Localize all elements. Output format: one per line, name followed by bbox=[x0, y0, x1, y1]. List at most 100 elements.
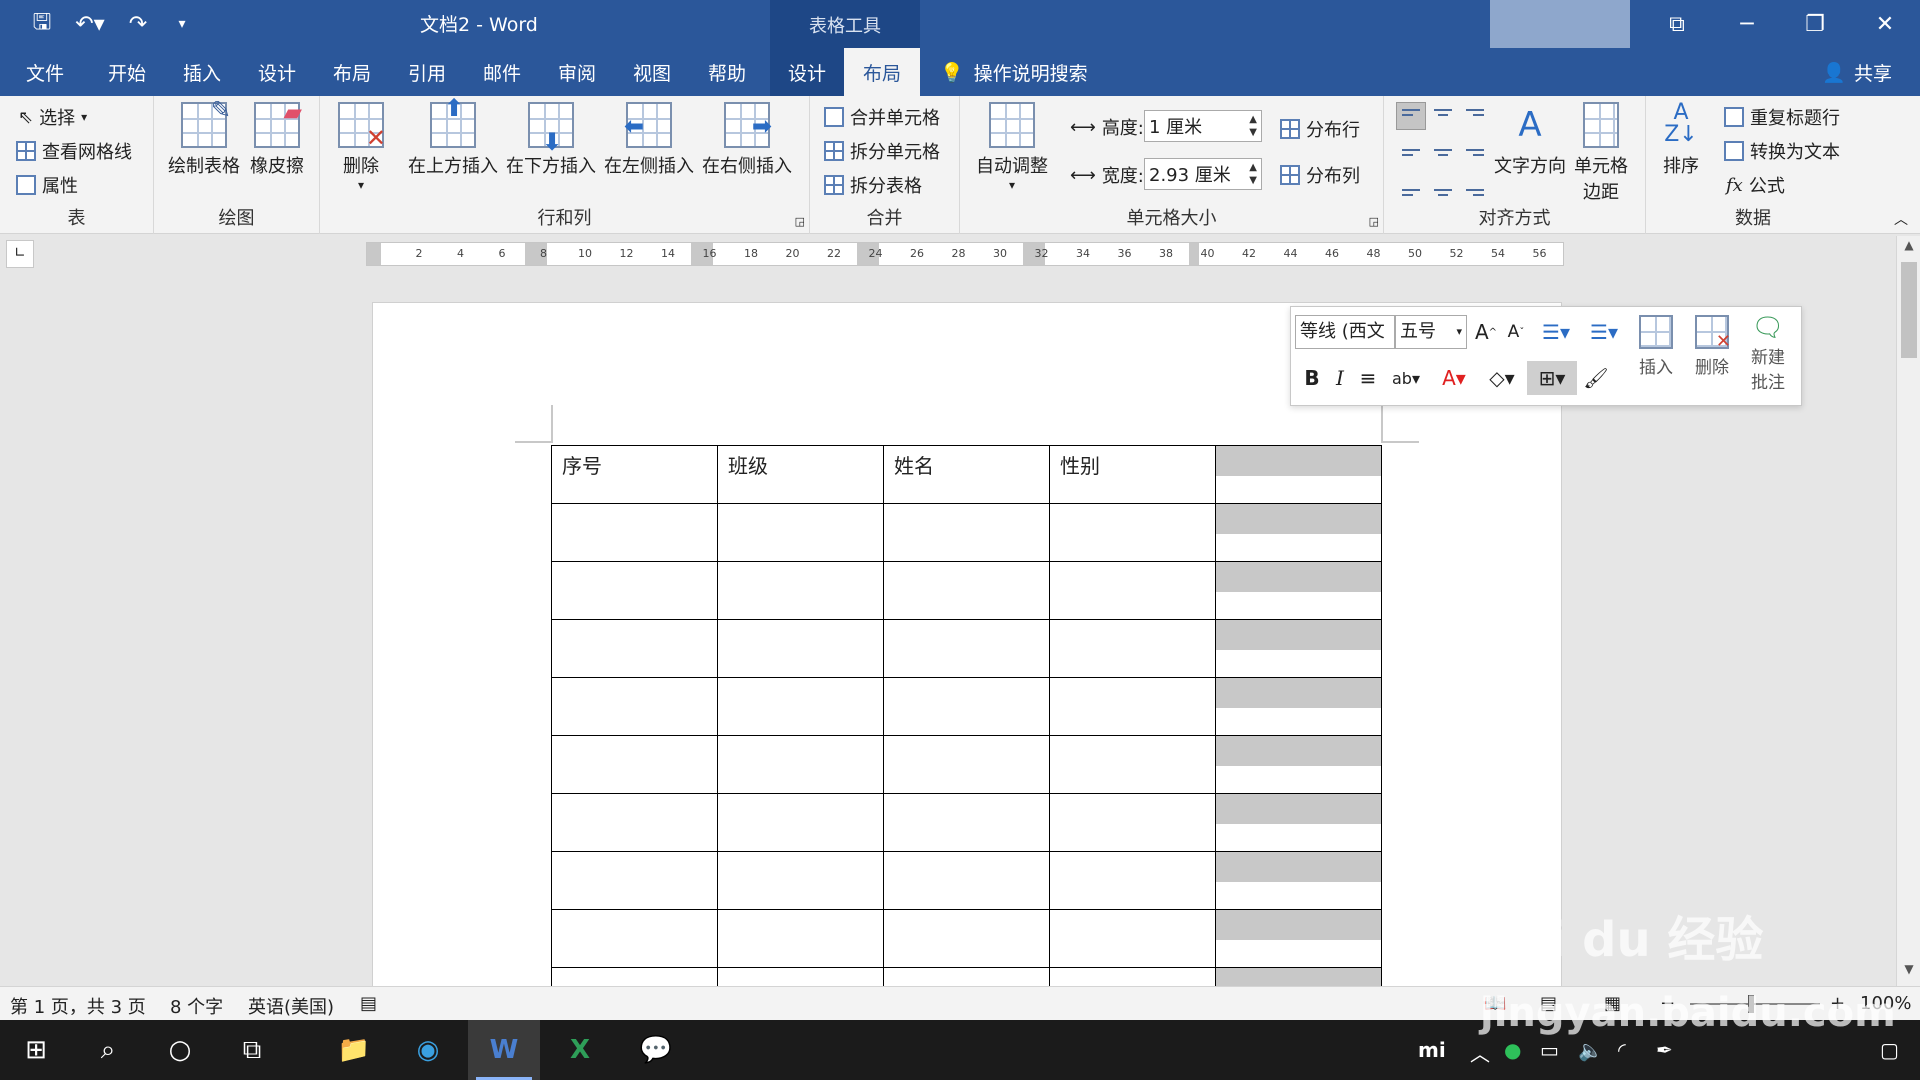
edge-browser-icon[interactable]: ◉ bbox=[392, 1020, 464, 1080]
show-hidden-icons-icon[interactable]: ︿ bbox=[1470, 1038, 1490, 1067]
tab-layout[interactable]: 布局 bbox=[325, 48, 379, 96]
table-cell[interactable] bbox=[1049, 967, 1216, 986]
save-icon[interactable]: 🖫 bbox=[26, 8, 58, 40]
table-cell[interactable] bbox=[717, 561, 884, 620]
spinner-arrows-icon[interactable]: ▲ ▼ bbox=[1249, 161, 1257, 187]
tab-review[interactable]: 审阅 bbox=[550, 48, 604, 96]
distribute-rows-button[interactable]: 分布行 bbox=[1280, 116, 1360, 142]
spinner-arrows-icon[interactable]: ▲ ▼ bbox=[1249, 113, 1257, 139]
excel-app-icon[interactable]: X bbox=[544, 1020, 616, 1080]
table-cell[interactable] bbox=[717, 793, 884, 852]
table-cell[interactable] bbox=[1049, 909, 1216, 968]
table-cell[interactable]: 班级 bbox=[717, 445, 884, 504]
vertical-scrollbar[interactable]: ▲ ▼ bbox=[1896, 236, 1920, 986]
table-cell[interactable] bbox=[717, 851, 884, 910]
split-cells-button[interactable]: 拆分单元格 bbox=[824, 138, 940, 164]
tab-references[interactable]: 引用 bbox=[400, 48, 454, 96]
table-cell[interactable] bbox=[551, 735, 718, 794]
close-icon[interactable]: ✕ bbox=[1850, 0, 1920, 48]
scrollbar-thumb[interactable] bbox=[1901, 262, 1917, 358]
repeat-header-rows-button[interactable]: 重复标题行 bbox=[1724, 104, 1840, 130]
windows-start-icon[interactable]: ⊞ bbox=[0, 1020, 72, 1080]
table-cell[interactable] bbox=[1049, 503, 1216, 562]
align-middle-right-button[interactable] bbox=[1460, 138, 1490, 166]
font-size-select[interactable]: 五号 ▾ bbox=[1395, 315, 1467, 349]
tab-design[interactable]: 设计 bbox=[250, 48, 304, 96]
col-width-input[interactable]: 2.93 厘米 ▲ ▼ bbox=[1144, 158, 1262, 190]
undo-icon[interactable]: ↶▾ bbox=[70, 8, 110, 40]
table-cell[interactable] bbox=[1215, 967, 1382, 986]
align-bottom-right-button[interactable] bbox=[1460, 174, 1490, 202]
table-cell[interactable] bbox=[717, 503, 884, 562]
share-button[interactable]: 👤 共享 bbox=[1822, 48, 1892, 96]
table-cell[interactable] bbox=[717, 619, 884, 678]
tab-table-layout[interactable]: 布局 bbox=[844, 48, 920, 96]
table-cell[interactable] bbox=[551, 909, 718, 968]
new-comment-button[interactable]: 🗨 新建 批注 bbox=[1751, 313, 1785, 393]
grow-font-icon[interactable]: A ^ bbox=[1471, 317, 1501, 347]
wechat-app-icon[interactable]: 💬 bbox=[620, 1020, 692, 1080]
table-cell[interactable] bbox=[1049, 851, 1216, 910]
table-cell[interactable] bbox=[551, 503, 718, 562]
table-cell[interactable] bbox=[1215, 851, 1382, 910]
table-cell[interactable] bbox=[883, 561, 1050, 620]
table-cell[interactable]: 性别 bbox=[1049, 445, 1216, 504]
table-cell[interactable] bbox=[1215, 445, 1382, 504]
eraser-button[interactable]: ▰ 橡皮擦 bbox=[250, 100, 304, 178]
insert-above-button[interactable]: ⬆ 在上方插入 bbox=[408, 96, 498, 178]
ruler-column-marker[interactable] bbox=[1189, 243, 1199, 265]
text-direction-button[interactable]: A 文字方向 bbox=[1494, 102, 1566, 178]
center-align-icon[interactable]: ≡ bbox=[1355, 363, 1381, 393]
table-cell[interactable] bbox=[1215, 909, 1382, 968]
table-cell[interactable] bbox=[1215, 503, 1382, 562]
volume-icon[interactable]: 🔈 bbox=[1578, 1038, 1603, 1062]
insert-left-button[interactable]: ⬅ 在左侧插入 bbox=[604, 102, 694, 178]
table-cell[interactable] bbox=[1215, 619, 1382, 678]
table-cell[interactable] bbox=[551, 851, 718, 910]
tab-help[interactable]: 帮助 bbox=[700, 48, 754, 96]
mini-delete-button[interactable]: ✕ 删除 bbox=[1695, 315, 1731, 378]
insert-right-button[interactable]: ➡ 在右侧插入 bbox=[702, 102, 792, 178]
tell-me-search[interactable]: 💡 操作说明搜索 bbox=[940, 48, 1088, 96]
word-app-icon[interactable]: W bbox=[468, 1020, 540, 1080]
pen-icon[interactable]: ✒ bbox=[1656, 1038, 1673, 1062]
table-cell[interactable] bbox=[1215, 561, 1382, 620]
distribute-cols-button[interactable]: 分布列 bbox=[1280, 162, 1360, 188]
table-cell[interactable] bbox=[717, 967, 884, 986]
highlight-icon[interactable]: ab▾ bbox=[1383, 363, 1429, 393]
cortana-icon[interactable]: ○ bbox=[144, 1020, 216, 1080]
bold-icon[interactable]: B bbox=[1299, 363, 1325, 393]
table-cell[interactable] bbox=[551, 677, 718, 736]
horizontal-ruler[interactable]: 2 4 6 8 10 12 14 16 18 20 22 24 26 28 30 32 34 36 38 40 42 44… bbox=[366, 242, 1564, 266]
bullets-icon[interactable]: ☰▾ bbox=[1533, 317, 1579, 347]
tab-home[interactable]: 开始 bbox=[100, 48, 154, 96]
word-count[interactable]: 8 个字 bbox=[170, 993, 223, 1019]
formula-button[interactable]: fx 公式 bbox=[1726, 172, 1785, 198]
insert-below-button[interactable]: ⬇ 在下方插入 bbox=[506, 102, 596, 178]
select-button[interactable]: ⇖ 选择 ▾ bbox=[18, 104, 87, 130]
delete-button[interactable]: ✕ 删除 ▾ bbox=[338, 102, 386, 192]
cell-margins-button[interactable]: 单元格 边距 bbox=[1574, 102, 1628, 204]
file-explorer-icon[interactable]: 📁 bbox=[318, 1020, 390, 1080]
proofing-icon[interactable]: ▤ bbox=[360, 993, 377, 1014]
font-name-select[interactable]: 等线 (西文 bbox=[1295, 315, 1395, 349]
table-cell[interactable] bbox=[551, 967, 718, 986]
dialog-launcher-icon[interactable]: ◲ bbox=[795, 215, 805, 228]
search-icon[interactable]: ⌕ bbox=[72, 1020, 144, 1080]
autofit-button[interactable]: 自动调整 ▾ bbox=[976, 102, 1048, 192]
align-bottom-center-button[interactable] bbox=[1428, 174, 1458, 202]
table-cell[interactable] bbox=[1049, 677, 1216, 736]
table-cell[interactable] bbox=[1215, 735, 1382, 794]
table-cell[interactable] bbox=[883, 793, 1050, 852]
table-cell[interactable] bbox=[883, 619, 1050, 678]
wechat-tray-icon[interactable]: ● bbox=[1504, 1038, 1521, 1062]
mi-icon[interactable]: mi bbox=[1418, 1038, 1446, 1062]
row-height-input[interactable]: 1 厘米 ▲ ▼ bbox=[1144, 110, 1262, 142]
page-count[interactable]: 第 1 页，共 3 页 bbox=[10, 993, 146, 1019]
ribbon-display-options-icon[interactable]: ⧉ bbox=[1642, 0, 1712, 48]
format-painter-icon[interactable]: 🖌 bbox=[1581, 363, 1611, 393]
align-middle-center-button[interactable] bbox=[1428, 138, 1458, 166]
align-top-right-button[interactable] bbox=[1460, 102, 1490, 130]
table-cell[interactable] bbox=[717, 735, 884, 794]
numbering-icon[interactable]: ☰▾ bbox=[1581, 317, 1627, 347]
